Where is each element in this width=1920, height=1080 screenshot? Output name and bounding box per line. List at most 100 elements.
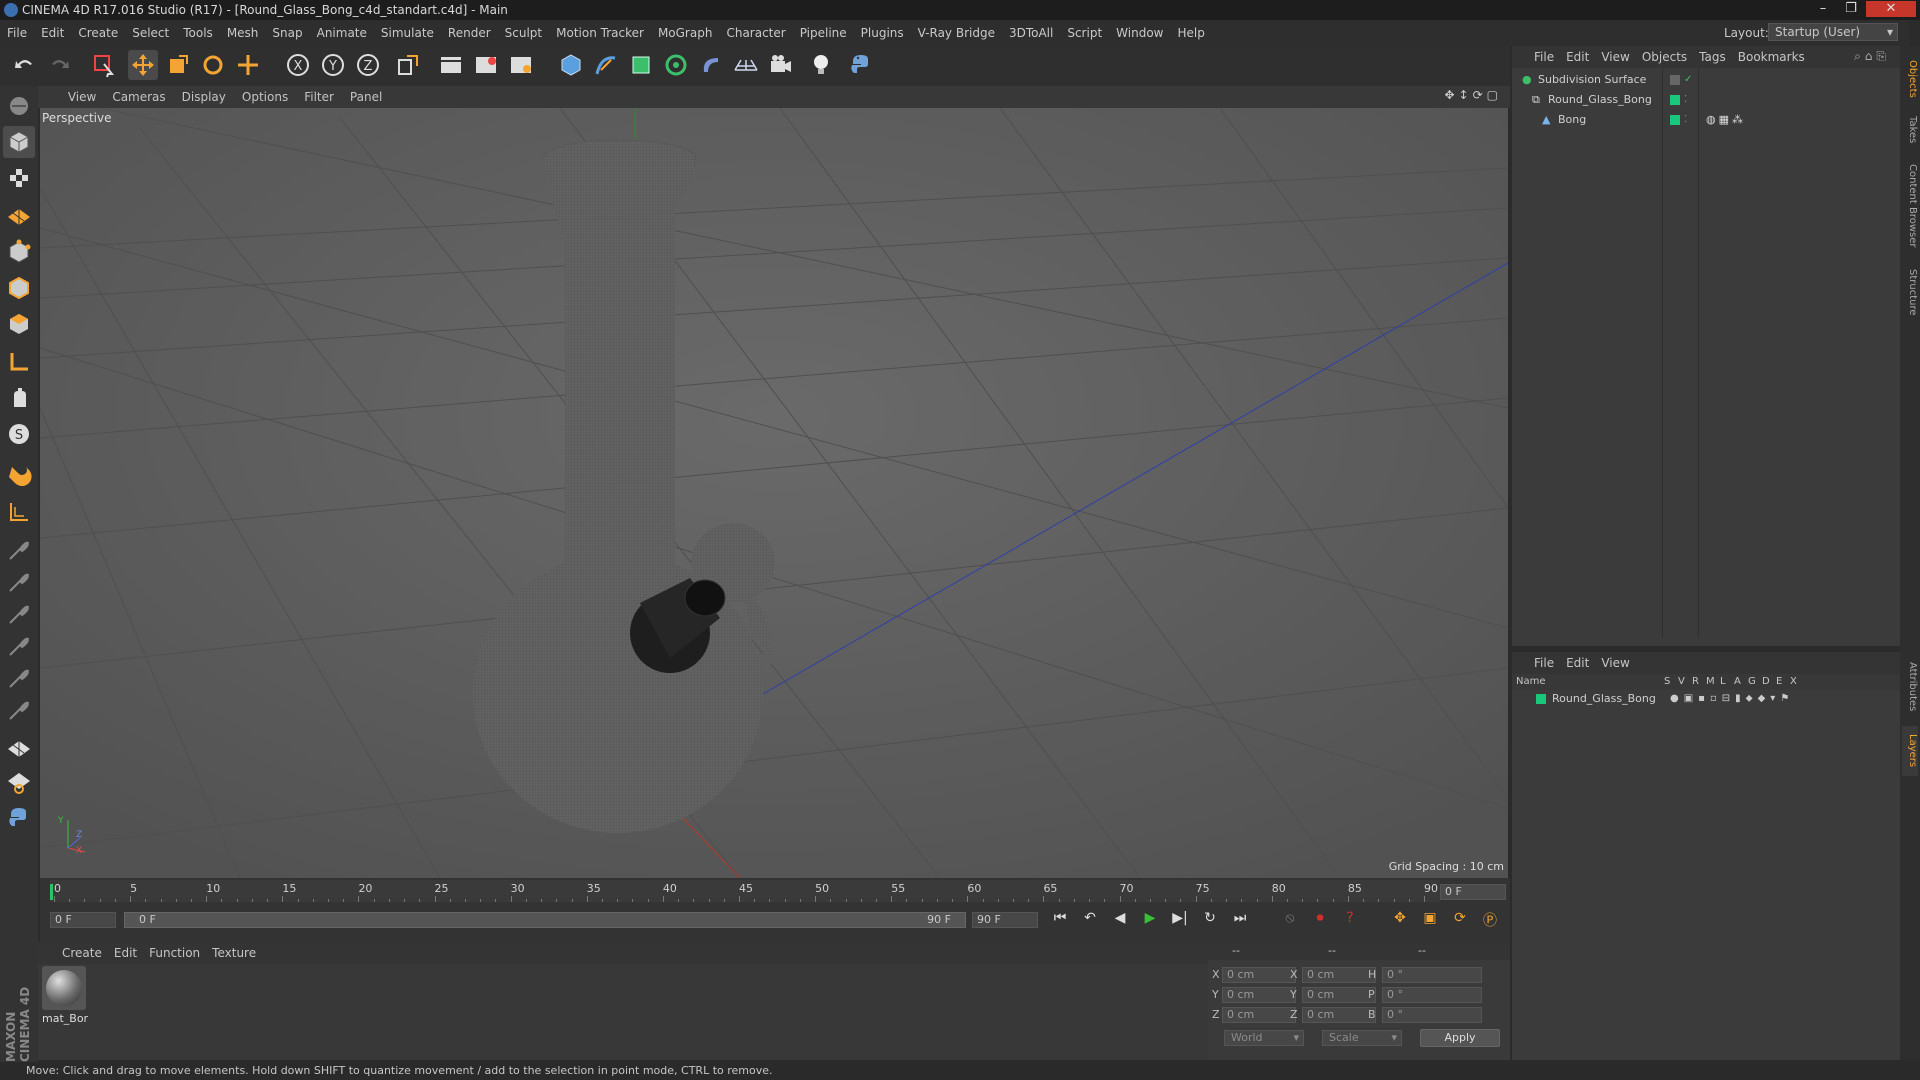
playhead[interactable] (50, 884, 53, 900)
key-rotation-button[interactable]: ⟳ (1448, 910, 1472, 932)
menu-select[interactable]: Select (125, 20, 176, 46)
axis-mode-button[interactable] (3, 346, 35, 378)
brush-tool-5[interactable] (3, 662, 35, 694)
layer-column-header[interactable]: Name (1516, 676, 1546, 687)
menu-edit[interactable]: Edit (34, 20, 71, 46)
material-menu-edit[interactable]: Edit (108, 942, 143, 964)
layer-row[interactable]: Round_Glass_Bong ●▣▪▫⊟▮⬥◆▾⚑ (1512, 690, 1900, 708)
model-mode-button[interactable] (3, 126, 35, 158)
menu-motion-tracker[interactable]: Motion Tracker (549, 20, 651, 46)
tab-layers[interactable]: Layers (1902, 726, 1918, 776)
close-button[interactable]: ✕ (1866, 1, 1916, 17)
texture-mode-button[interactable] (3, 162, 35, 194)
object-menu-bookmarks[interactable]: Bookmarks (1732, 46, 1811, 68)
polygons-mode-button[interactable] (3, 308, 35, 340)
layer-column-header[interactable]: D (1762, 676, 1770, 687)
array-mograph-button[interactable] (661, 50, 691, 80)
scale-dropdown[interactable]: Scale ▾ (1322, 1030, 1402, 1046)
brush-tool-6[interactable] (3, 694, 35, 726)
layer-column-header[interactable]: L (1720, 676, 1726, 687)
layer-column-header[interactable]: M (1706, 676, 1715, 687)
object-menu-tags[interactable]: Tags (1693, 46, 1732, 68)
camera-button[interactable] (766, 50, 796, 80)
light-bulb-button[interactable] (806, 50, 836, 80)
end-frame-field[interactable]: 90 F (972, 912, 1038, 928)
undo-button[interactable] (10, 50, 40, 80)
coordinate-system-button[interactable] (393, 50, 423, 80)
spline-pen-button[interactable] (591, 50, 621, 80)
layer-column-header[interactable]: G (1748, 676, 1756, 687)
key-position-button[interactable]: ✥ (1388, 910, 1412, 932)
tab-content-browser[interactable]: Content Browser (1902, 156, 1918, 256)
viewport-menu-view[interactable]: View (60, 86, 104, 108)
tab-takes[interactable]: Takes (1902, 110, 1918, 150)
menu-sculpt[interactable]: Sculpt (498, 20, 549, 46)
key-scale-button[interactable]: ▣ (1418, 910, 1442, 932)
menu-mograph[interactable]: MoGraph (651, 20, 720, 46)
subdivision-surface-button[interactable] (626, 50, 656, 80)
cube-object-button[interactable] (556, 50, 586, 80)
brush-tool-1[interactable] (3, 534, 35, 566)
menu-3dtoall[interactable]: 3DToAll (1002, 20, 1060, 46)
menu-snap[interactable]: Snap (265, 20, 309, 46)
soft-selection-button[interactable] (3, 766, 35, 798)
next-frame-button[interactable]: ▶| (1168, 910, 1192, 932)
autokey-button[interactable]: ? (1338, 910, 1362, 932)
layer-menu-edit[interactable]: Edit (1560, 652, 1595, 674)
loop-button[interactable]: ↻ (1198, 910, 1222, 932)
viewport-nav-icons[interactable]: ✥↕⟳▢ (1444, 88, 1502, 102)
coord-value-field[interactable]: 0 cm (1222, 967, 1296, 983)
tab-objects[interactable]: Objects (1902, 54, 1918, 104)
snap-button[interactable]: S (3, 418, 35, 450)
menu-file[interactable]: File (0, 20, 34, 46)
go-to-end-button[interactable]: ⏭ (1228, 910, 1252, 932)
render-view-button[interactable] (436, 50, 466, 80)
object-tags-icons[interactable]: ◍▦⁂ (1706, 110, 1746, 130)
object-row[interactable]: ⧉ Round_Glass_Bong ⁚ (1512, 90, 1900, 110)
coord-value-field[interactable]: 0 ° (1382, 967, 1482, 983)
layer-menu-view[interactable]: View (1595, 652, 1635, 674)
layer-color-swatch[interactable] (1670, 95, 1680, 105)
enabled-check-icon[interactable]: ✓ (1684, 70, 1692, 90)
menu-simulate[interactable]: Simulate (374, 20, 441, 46)
layer-menu-file[interactable]: File (1528, 652, 1560, 674)
timeline-ruler[interactable]: 0 5 10 15 20 25 30 35 40 45 50 55 60 65 70 75 80 85 90 (50, 880, 1440, 902)
visibility-dots-icon[interactable]: ⁚ (1684, 90, 1687, 110)
menu-animate[interactable]: Animate (310, 20, 374, 46)
edit-toggle-icon[interactable] (1670, 75, 1680, 85)
current-frame-field[interactable]: 0 F (1440, 884, 1506, 900)
motion-record-button[interactable]: ⦸ (1278, 910, 1302, 932)
tweak-mode-button[interactable] (3, 382, 35, 414)
maximize-button[interactable]: ❐ (1840, 1, 1862, 17)
z-axis-lock[interactable]: Z (353, 50, 383, 80)
menu-window[interactable]: Window (1109, 20, 1170, 46)
rotate-tool[interactable] (198, 50, 228, 80)
viewport-menu-filter[interactable]: Filter (296, 86, 342, 108)
menu-create[interactable]: Create (71, 20, 125, 46)
checker-lock-button[interactable] (3, 732, 35, 764)
layout-dropdown[interactable]: Startup (User) ▾ (1768, 23, 1898, 41)
apply-button[interactable]: Apply (1420, 1029, 1500, 1047)
object-menu-file[interactable]: File (1528, 46, 1560, 68)
object-row[interactable]: ▲ Bong ⁚ ◍▦⁂ (1512, 110, 1900, 130)
viewport-menu-options[interactable]: Options (234, 86, 296, 108)
object-menu-objects[interactable]: Objects (1636, 46, 1693, 68)
move-tool[interactable] (128, 50, 158, 80)
layer-column-header[interactable]: V (1678, 676, 1685, 687)
object-menu-view[interactable]: View (1595, 46, 1635, 68)
coord-value-field[interactable]: 0 cm (1302, 1007, 1376, 1023)
layer-column-header[interactable]: A (1734, 676, 1741, 687)
live-selection-tool[interactable] (88, 50, 118, 80)
world-dropdown[interactable]: World ▾ (1224, 1030, 1304, 1046)
edges-mode-button[interactable] (3, 272, 35, 304)
visibility-dots-icon[interactable]: ⁚ (1684, 110, 1687, 130)
render-to-picture-viewer-button[interactable] (471, 50, 501, 80)
coord-value-field[interactable]: 0 ° (1382, 1007, 1482, 1023)
x-axis-lock[interactable]: X (283, 50, 313, 80)
record-keys-button[interactable]: ⏺ (1308, 910, 1332, 932)
menu-pipeline[interactable]: Pipeline (793, 20, 854, 46)
perspective-viewport[interactable]: Perspective Y Z X Grid Spacing : 10 cm (40, 108, 1508, 878)
floor-environment-button[interactable] (731, 50, 761, 80)
tab-structure[interactable]: Structure (1902, 262, 1918, 322)
menu-render[interactable]: Render (441, 20, 498, 46)
